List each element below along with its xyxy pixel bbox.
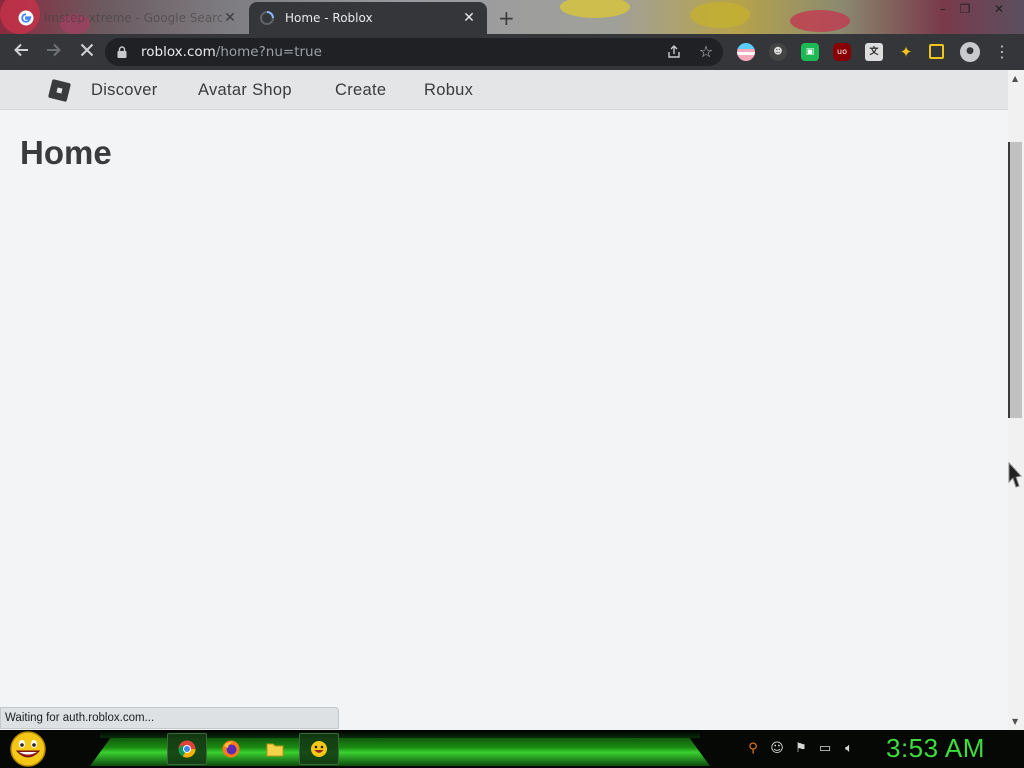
translate-extension-icon[interactable]: 文	[865, 43, 883, 61]
ublock-extension-icon[interactable]: uo	[833, 43, 851, 61]
scroll-down-arrow-icon[interactable]: ▼	[1012, 717, 1018, 726]
file-explorer-icon	[266, 743, 284, 757]
nav-link-robux[interactable]: Robux	[424, 81, 473, 100]
start-button-smiley-icon[interactable]	[8, 730, 48, 768]
close-tab-icon[interactable]: ✕	[461, 10, 477, 26]
nav-link-avatar-shop[interactable]: Avatar Shop	[198, 81, 292, 100]
page-viewport: Discover Avatar Shop Create Robux Home W…	[0, 70, 1008, 730]
browser-toolbar: roblox.com/home?nu=true ☆ ☻ ▣ uo 文 ✦ ● ⋮	[0, 34, 1024, 70]
restore-button[interactable]: ❐	[950, 0, 980, 20]
profile-avatar-icon[interactable]: ●	[960, 42, 980, 62]
close-icon	[80, 43, 94, 57]
wallpaper-splash	[790, 10, 850, 32]
firefox-icon	[222, 740, 240, 758]
wallpaper-splash	[560, 0, 630, 18]
arrow-left-icon	[14, 43, 28, 57]
smiley-icon	[311, 741, 327, 757]
new-tab-button[interactable]: +	[498, 6, 515, 30]
share-glyph	[668, 45, 680, 58]
puzzle-extensions-icon[interactable]: ✦	[897, 43, 915, 61]
side-panel-icon[interactable]	[929, 44, 944, 59]
back-button[interactable]	[10, 41, 32, 63]
wallpaper-splash	[690, 2, 750, 28]
taskbar-clock[interactable]: 3:53 AM	[886, 733, 985, 764]
action-center-flag-icon[interactable]: ⚑	[792, 741, 810, 757]
url-path: /home?nu=true	[215, 44, 322, 60]
taskbar-smiley-app-button[interactable]	[299, 733, 339, 765]
messenger-tray-icon[interactable]: ☺	[768, 741, 786, 757]
roblox-logo-icon[interactable]	[47, 78, 72, 103]
network-icon[interactable]: ▭	[816, 741, 834, 757]
page-scrollbar[interactable]: ▲ ▼	[1008, 70, 1024, 730]
menu-kebab-icon[interactable]: ⋮	[993, 43, 1011, 61]
search-icon[interactable]: ⚲	[744, 741, 762, 757]
nav-link-discover[interactable]: Discover	[91, 81, 158, 100]
taskbar-chrome-button[interactable]	[167, 733, 207, 765]
tab-label: imstep xtreme - Google Search	[44, 11, 222, 25]
tab-strip: imstep xtreme - Google Search ✕ Home - R…	[0, 0, 1024, 34]
forward-button[interactable]	[43, 41, 65, 63]
taskbar	[0, 730, 1024, 768]
arrow-right-icon	[47, 43, 61, 57]
tab-label: Home - Roblox	[285, 11, 373, 25]
taskbar-firefox-button[interactable]	[211, 733, 251, 765]
close-tab-icon[interactable]: ✕	[222, 10, 238, 26]
scroll-up-arrow-icon[interactable]: ▲	[1012, 74, 1018, 83]
address-bar[interactable]: roblox.com/home?nu=true	[105, 38, 723, 66]
alien-extension-icon[interactable]: ☻	[769, 43, 787, 61]
status-bubble: Waiting for auth.roblox.com...	[0, 707, 339, 729]
chrome-icon	[178, 740, 196, 758]
share-icon[interactable]	[665, 44, 683, 62]
taskbar-file-explorer-button[interactable]	[255, 733, 295, 765]
flag-extension-icon[interactable]	[737, 43, 755, 61]
roblox-nav-bar: Discover Avatar Shop Create Robux	[0, 70, 1008, 110]
mouse-cursor-icon	[1008, 462, 1022, 488]
close-window-button[interactable]: ✕	[984, 0, 1014, 20]
bookmark-star-icon[interactable]: ☆	[697, 43, 715, 61]
nav-link-create[interactable]: Create	[335, 81, 386, 100]
page-title: Home	[20, 134, 112, 171]
green-extension-icon[interactable]: ▣	[801, 43, 819, 61]
tab-google-search[interactable]: imstep xtreme - Google Search ✕	[8, 2, 248, 34]
url-host: roblox.com	[141, 44, 216, 60]
lock-icon	[117, 46, 127, 58]
scroll-thumb[interactable]	[1008, 142, 1022, 418]
loading-spinner-icon	[260, 11, 274, 25]
tab-home-roblox[interactable]: Home - Roblox ✕	[249, 2, 487, 34]
google-icon	[18, 10, 34, 26]
stop-loading-button[interactable]	[76, 41, 98, 63]
volume-icon[interactable]: 🔈︎	[840, 741, 858, 757]
